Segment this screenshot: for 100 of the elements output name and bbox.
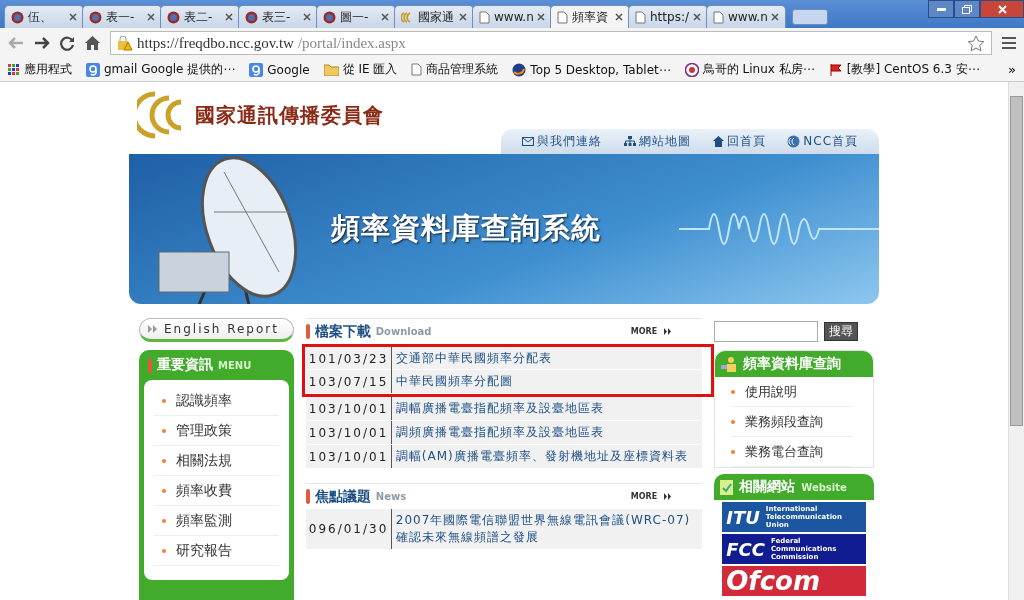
bookmark[interactable]: 鳥哥的 Linux 私房⋯ xyxy=(684,61,815,78)
browser-tab[interactable]: 表三- xyxy=(238,5,318,28)
flag-icon xyxy=(828,62,843,77)
forward-icon[interactable] xyxy=(34,36,50,50)
crest-icon xyxy=(89,10,102,24)
restore-icon xyxy=(962,4,972,14)
home-icon[interactable] xyxy=(85,36,100,50)
panel-subtitle: MENU xyxy=(218,359,252,371)
section-subtitle: News xyxy=(375,491,407,502)
bookmark[interactable]: 商品管理系統 xyxy=(411,61,499,78)
bookmark[interactable]: 從 IE 匯入 xyxy=(323,61,398,78)
close-icon[interactable] xyxy=(381,13,389,21)
header-link[interactable]: 回首頁 xyxy=(712,132,766,150)
more-link[interactable]: MORE xyxy=(630,327,658,336)
reload-icon[interactable] xyxy=(60,35,75,51)
scrollbar[interactable] xyxy=(1008,82,1024,600)
header-link[interactable]: 與我們連絡 xyxy=(521,132,602,150)
close-icon xyxy=(997,4,1007,14)
close-icon[interactable] xyxy=(69,13,77,21)
warning-lock-icon xyxy=(117,35,133,51)
document-link[interactable]: 調幅廣播電臺指配頻率及設臺地區表 xyxy=(391,397,703,420)
browser-tab[interactable]: 表二- xyxy=(160,5,240,28)
apps-grid-icon xyxy=(8,63,20,76)
menu-item[interactable]: 研究報告 xyxy=(154,536,279,566)
bookmark[interactable]: Top 5 Desktop, Tablet⋯ xyxy=(512,62,671,77)
section-title: 焦點議題 xyxy=(314,487,371,506)
maximize-button[interactable] xyxy=(954,0,980,18)
section-bar-icon xyxy=(305,324,310,339)
header-link[interactable]: NCC首頁 xyxy=(787,132,859,150)
partner-logo[interactable]: Ofcom xyxy=(722,566,866,596)
close-icon[interactable] xyxy=(225,13,233,21)
panel-title: 相關網站 xyxy=(739,478,796,496)
close-icon[interactable] xyxy=(303,13,311,21)
menu-item[interactable]: 管理政策 xyxy=(154,416,279,446)
bookmark[interactable]: gmail Google 提供的⋯ xyxy=(86,61,236,78)
close-icon[interactable] xyxy=(459,13,467,21)
close-icon[interactable] xyxy=(537,13,545,21)
double-arrow-icon xyxy=(664,328,673,335)
address-bar[interactable]: https://freqdbo.ncc.gov.tw /portal/index.aspx xyxy=(110,31,992,55)
panel-subtitle: Website xyxy=(801,481,847,493)
bookmark[interactable]: Google xyxy=(249,62,310,77)
document-link[interactable]: 調幅(AM)廣播電臺頻率、發射機地址及座標資料表 xyxy=(391,445,703,468)
document-link[interactable]: 交通部中華民國頻率分配表 xyxy=(391,347,703,370)
menu-item[interactable]: 相關法規 xyxy=(154,446,279,476)
menu-item[interactable]: 業務電台查詢 xyxy=(731,437,853,467)
crest-icon xyxy=(245,10,258,24)
page-icon xyxy=(479,10,490,24)
browser-tab[interactable]: 頻率資 xyxy=(550,5,630,28)
document-link[interactable]: 調頻廣播電臺指配頻率及設臺地區表 xyxy=(391,421,703,444)
bookmark[interactable]: [教學] CentOS 6.3 安⋯ xyxy=(828,61,980,78)
search-field[interactable] xyxy=(714,320,819,342)
menu-icon[interactable] xyxy=(1002,37,1016,49)
page-icon xyxy=(713,10,724,24)
close-icon[interactable] xyxy=(693,13,701,21)
star-icon[interactable] xyxy=(967,34,985,52)
page-icon xyxy=(635,10,646,24)
browser-tab[interactable]: 伍、 xyxy=(4,5,84,28)
bookmark[interactable]: 應用程式 xyxy=(8,61,72,78)
browser-tab[interactable]: www.n xyxy=(706,5,786,28)
browser-tab[interactable]: 圖一- xyxy=(316,5,396,28)
crest-icon xyxy=(11,10,24,24)
close-icon[interactable] xyxy=(615,13,623,21)
minimize-button[interactable] xyxy=(928,0,954,18)
header-link[interactable]: 網站地圖 xyxy=(623,132,691,150)
document-link[interactable]: 2007年國際電信聯盟世界無線電訊會議(WRC-07)確認未來無線頻譜之發展 xyxy=(391,509,703,549)
browser-tab[interactable]: https:/ xyxy=(628,5,708,28)
english-report-button[interactable]: English Report xyxy=(139,318,294,342)
more-link[interactable]: MORE xyxy=(630,492,658,501)
search-button[interactable]: 搜尋 xyxy=(824,321,859,341)
home-icon xyxy=(712,135,724,147)
close-button[interactable] xyxy=(980,0,1024,18)
crest-icon xyxy=(323,10,336,24)
person-icon xyxy=(721,356,738,372)
panel-title: 頻率資料庫查詢 xyxy=(743,355,842,373)
browser-tab[interactable]: www.n xyxy=(472,5,552,28)
minimize-icon xyxy=(936,7,946,11)
menu-item[interactable]: 業務頻段查詢 xyxy=(731,407,853,437)
folder-icon xyxy=(323,63,339,76)
menu-item[interactable]: 認識頻率 xyxy=(154,386,279,416)
menu-item[interactable]: 頻率收費 xyxy=(154,476,279,506)
date-cell: 096/01/30 xyxy=(305,509,392,549)
browser-tab[interactable]: 國家通 xyxy=(394,5,474,28)
page-icon xyxy=(411,63,423,76)
menu-item[interactable]: 頻率監測 xyxy=(154,506,279,536)
google-icon xyxy=(249,62,264,77)
browser-tab[interactable]: 表一- xyxy=(82,5,162,28)
section-bar-icon xyxy=(148,357,152,373)
crest-icon xyxy=(167,10,180,24)
checklist-icon xyxy=(720,479,734,495)
section-bar-icon xyxy=(305,489,310,504)
section-title: 檔案下載 xyxy=(314,322,371,341)
bookmarks-overflow[interactable]: » xyxy=(1008,62,1016,77)
document-link[interactable]: 中華民國頻率分配圖 xyxy=(391,370,703,393)
close-icon[interactable] xyxy=(771,13,779,21)
ncc-logo-icon xyxy=(787,134,801,148)
close-icon[interactable] xyxy=(147,13,155,21)
mail-icon xyxy=(521,136,534,146)
organization-name: 國家通訊傳播委員會 xyxy=(195,101,384,129)
menu-item[interactable]: 使用說明 xyxy=(731,377,853,407)
date-cell: 103/10/01 xyxy=(305,445,392,468)
